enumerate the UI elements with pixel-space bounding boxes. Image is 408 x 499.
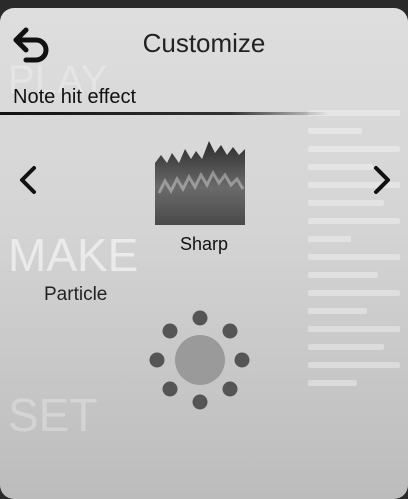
particle-ring-icon [149,310,250,410]
chevron-left-icon [20,166,36,194]
section-label-note-hit-effect: Note hit effect [13,86,137,108]
effect-preview [155,133,245,225]
particle-label: Particle [44,284,108,305]
particle-preview [140,304,260,424]
sharp-effect-icon [155,141,245,225]
section-divider [0,112,330,115]
previous-effect-button[interactable] [10,158,46,202]
chevron-right-icon [374,166,390,194]
next-effect-button[interactable] [364,158,400,202]
effect-name: Sharp [179,234,229,254]
customize-panel: PLAY MAKE SET Customize Note hit effect [0,8,408,499]
background-list [300,98,408,478]
background-text-set: SET [8,389,98,441]
page-title: Customize [142,28,266,58]
